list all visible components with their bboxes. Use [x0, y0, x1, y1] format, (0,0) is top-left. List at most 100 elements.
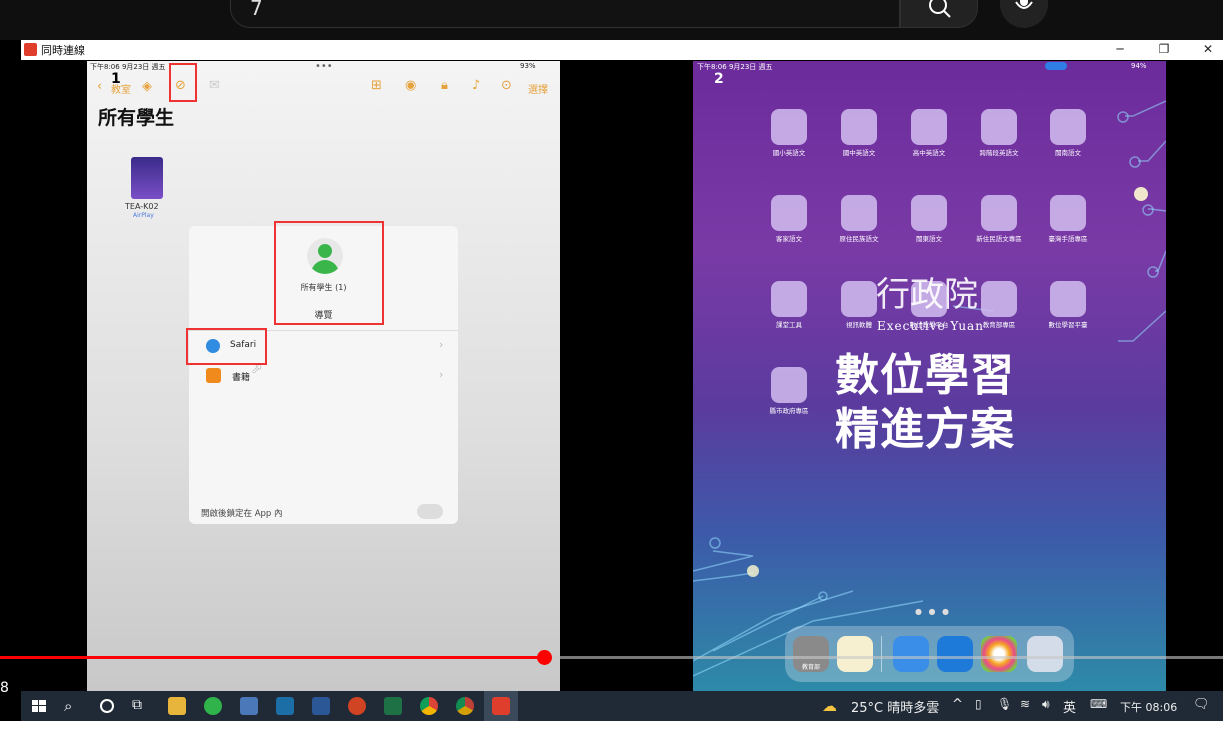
screen-capture-icon[interactable]	[276, 697, 294, 715]
excel-icon[interactable]	[384, 697, 402, 715]
app-folder-label: 閩南語文	[1055, 149, 1081, 157]
app-folder-label: 高中英語文	[912, 149, 946, 157]
back-button[interactable]: 教室	[111, 81, 131, 96]
app-logo-icon	[24, 43, 37, 56]
mail-icon[interactable]: ✉	[209, 78, 220, 93]
app-folder[interactable]	[1050, 195, 1086, 231]
task-view-icon[interactable]: ⧉	[132, 697, 150, 715]
app-folder[interactable]	[841, 281, 877, 317]
page-title: 所有學生	[98, 107, 175, 129]
back-chevron-icon[interactable]: ‹	[97, 79, 102, 94]
chrome-icon[interactable]	[420, 697, 438, 715]
app-folder-label: 客家語文	[776, 235, 802, 243]
app-folder-label: 臺灣手語專區	[1048, 235, 1088, 243]
app-folder[interactable]	[911, 195, 947, 231]
video-time: 8	[0, 680, 9, 696]
layers-icon[interactable]: ◈	[142, 79, 152, 94]
notification-icon[interactable]: 🗨︎	[1193, 697, 1210, 712]
voice-search-button[interactable]	[1000, 0, 1048, 28]
restore-button[interactable]: ❐	[1154, 41, 1174, 57]
sheet-item-label: 書籍	[232, 373, 251, 383]
volume-icon[interactable]: 🔊︎	[1042, 697, 1050, 712]
notes-icon[interactable]	[837, 636, 873, 672]
device-icon[interactable]: ▯	[975, 697, 982, 711]
sheet-item-books[interactable]: 書籍 ›	[189, 362, 458, 390]
close-button[interactable]: ✕	[1198, 41, 1218, 57]
app-folder[interactable]	[841, 195, 877, 231]
keynote-icon[interactable]	[937, 636, 973, 672]
app-folder-label: 閩東語文	[916, 235, 942, 243]
watermark-org: 行政院	[876, 275, 978, 315]
app-library-icon[interactable]	[1027, 636, 1063, 672]
wifi-icon[interactable]: ≋	[1020, 697, 1030, 711]
app-folder[interactable]	[981, 109, 1017, 145]
lock-in-app-toggle[interactable]	[417, 504, 443, 519]
chevron-up-icon[interactable]: ^	[952, 697, 963, 712]
cortana-icon[interactable]	[98, 697, 116, 715]
dock-app-moe[interactable]: 教育部	[793, 636, 829, 672]
photos-icon[interactable]	[981, 636, 1017, 672]
app-folder[interactable]	[771, 281, 807, 317]
minimize-button[interactable]: ─	[1110, 41, 1130, 57]
search-button[interactable]	[900, 0, 978, 28]
app-folder[interactable]	[771, 195, 807, 231]
chrome-profile-icon[interactable]	[456, 697, 474, 715]
search-input[interactable]	[230, 0, 900, 28]
app-folder[interactable]	[1050, 281, 1086, 317]
video-progress-fill	[0, 656, 545, 659]
left-battery-text: 93%	[520, 62, 536, 70]
app-logo-icon	[492, 697, 510, 715]
search-icon	[929, 0, 951, 18]
powerpoint-icon[interactable]	[348, 697, 366, 715]
dock: 教育部	[785, 626, 1074, 682]
eye-icon[interactable]: ◉	[405, 78, 416, 93]
more-icon[interactable]: ⊙	[501, 78, 512, 93]
keyboard-icon[interactable]: ⌨	[1090, 697, 1107, 711]
app-folder[interactable]	[841, 109, 877, 145]
app-folder[interactable]	[981, 195, 1017, 231]
app-folder[interactable]	[981, 281, 1017, 317]
highlight-box	[186, 328, 267, 365]
app-folder-label: 國小英語文	[772, 149, 806, 157]
select-button[interactable]: 選擇	[528, 81, 548, 96]
notebook-icon[interactable]	[240, 697, 258, 715]
app-folder[interactable]	[1050, 109, 1086, 145]
microphone-icon[interactable]: 🎙︎	[997, 697, 1012, 711]
student-device-icon[interactable]	[131, 157, 163, 199]
mouse-cursor-icon: ➚	[251, 361, 263, 377]
app-folder-label: 跨階段英語文	[979, 149, 1019, 157]
device-name: TEA-K02	[125, 202, 159, 211]
app-folder-label: 新住民語文專區	[976, 235, 1022, 243]
app-folder-label: 課堂工具	[776, 321, 802, 329]
page-dots[interactable]: ● ● ●	[915, 607, 951, 616]
search-icon[interactable]: ⌕	[64, 697, 82, 715]
highlight-box	[274, 221, 384, 325]
lock-icon[interactable]: 🔒︎	[441, 78, 448, 93]
app-folder[interactable]	[911, 109, 947, 145]
app-folder[interactable]	[771, 109, 807, 145]
windows-start-icon[interactable]	[30, 697, 48, 715]
books-icon	[206, 368, 221, 383]
app-folder-label: 國中英語文	[842, 149, 876, 157]
window-title: 同時連線	[41, 44, 85, 57]
weather-text[interactable]: 25°C 晴時多雲	[851, 697, 939, 716]
left-status-time: 下午8:06 9月23日 週五	[90, 63, 166, 71]
left-ipad-screen: 下午8:06 9月23日 週五 ••• 93% 1 ‹ 教室 ◈ ⊘ ✉ ⊞ ◉…	[87, 61, 560, 691]
multitask-dots[interactable]: •••	[315, 61, 333, 72]
taskbar-clock[interactable]: 下午 08:06	[1120, 699, 1177, 715]
word-icon[interactable]	[312, 697, 330, 715]
app-folder-label: 縣市政府專區	[769, 407, 809, 415]
bottom-strip	[0, 721, 1223, 736]
file-explorer-icon[interactable]	[168, 697, 186, 715]
chevron-right-icon: ›	[439, 338, 444, 351]
grid-icon[interactable]: ⊞	[371, 78, 382, 93]
app-folder[interactable]	[771, 367, 807, 403]
line-icon[interactable]	[204, 697, 222, 715]
ime-indicator[interactable]: 英	[1063, 697, 1076, 716]
mute-icon[interactable]: ♪	[472, 78, 480, 93]
search-input-value: 7	[250, 0, 263, 20]
safari-icon[interactable]	[893, 636, 929, 672]
weather-icon[interactable]: ☁	[822, 697, 840, 715]
watermark-en: Executive Yuan	[877, 319, 984, 333]
hero-line-2: 精進方案	[835, 404, 1015, 455]
